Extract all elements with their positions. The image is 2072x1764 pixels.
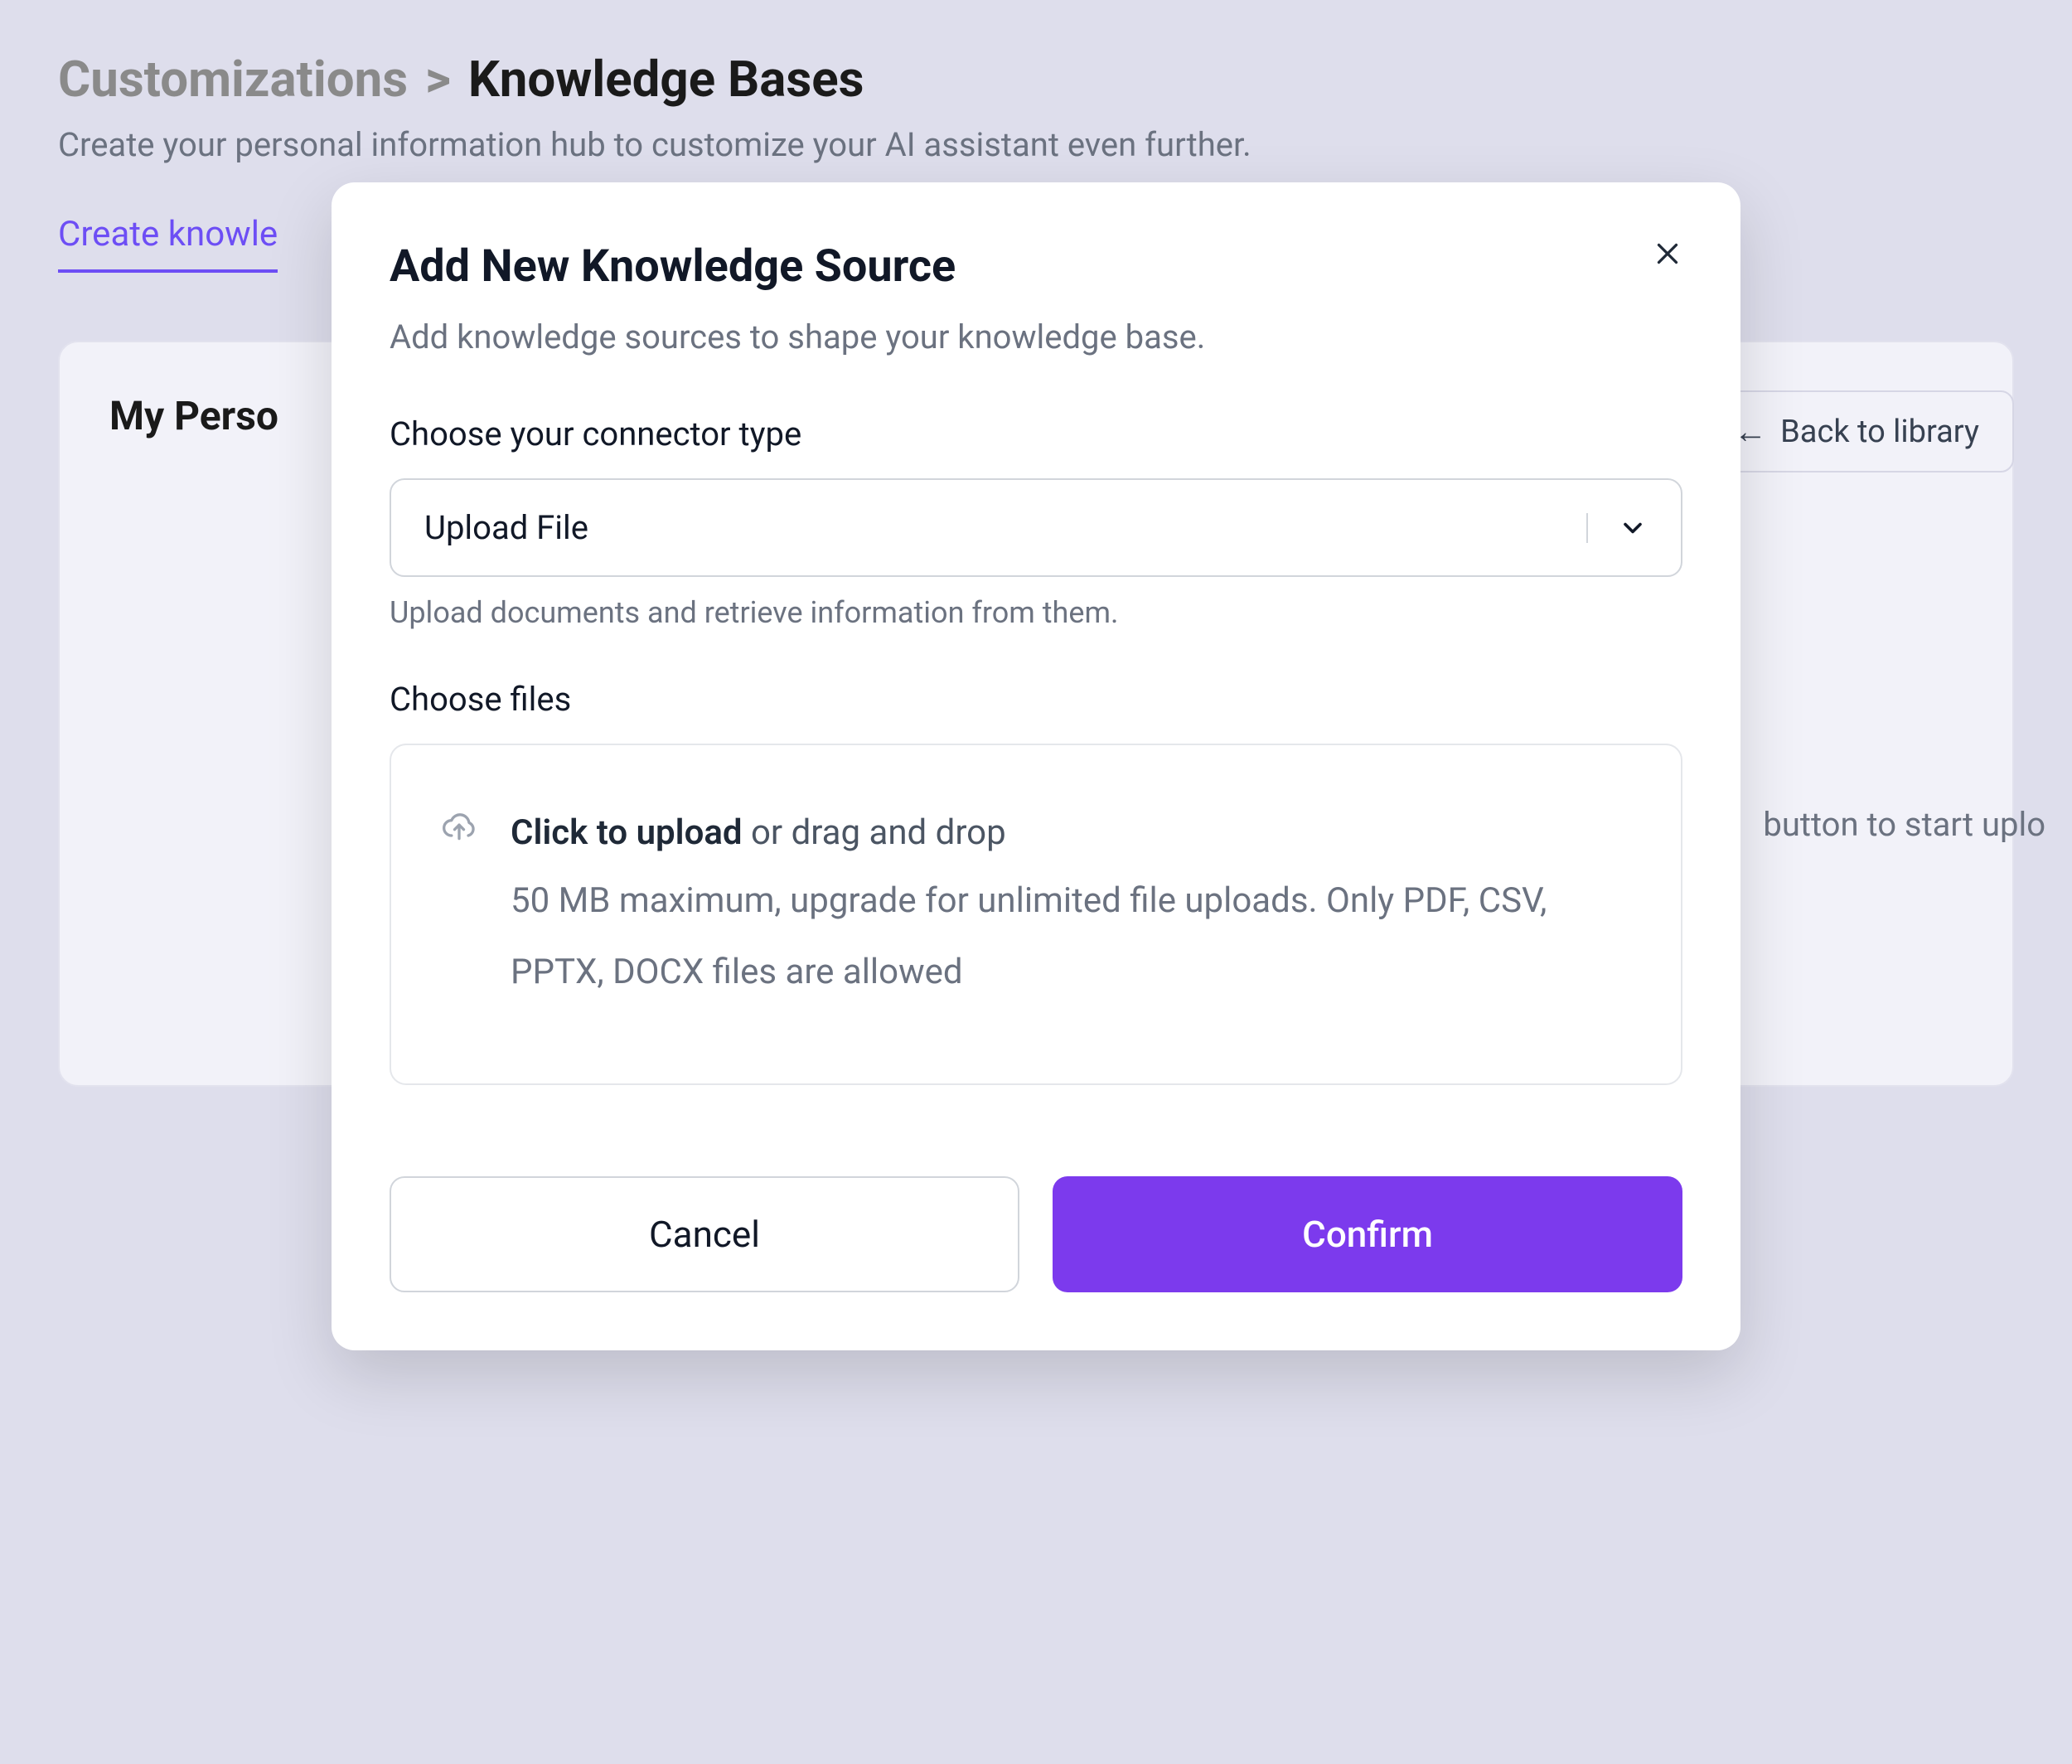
chevron-down-icon bbox=[1586, 513, 1648, 543]
cloud-upload-icon bbox=[441, 808, 477, 1009]
drag-and-drop-text: or drag and drop bbox=[743, 812, 1006, 853]
close-icon bbox=[1653, 239, 1682, 272]
close-button[interactable] bbox=[1644, 232, 1691, 279]
confirm-button[interactable]: Confirm bbox=[1053, 1176, 1682, 1292]
click-to-upload-text: Click to upload bbox=[511, 812, 743, 853]
modal-subtitle: Add knowledge sources to shape your know… bbox=[390, 317, 1682, 356]
cancel-button[interactable]: Cancel bbox=[390, 1176, 1019, 1292]
choose-files-label: Choose files bbox=[390, 680, 1682, 719]
connector-type-label: Choose your connector type bbox=[390, 414, 1682, 453]
modal-overlay: Add New Knowledge Source Add knowledge s… bbox=[0, 0, 2072, 1764]
modal-actions: Cancel Confirm bbox=[390, 1176, 1682, 1292]
add-knowledge-source-modal: Add New Knowledge Source Add knowledge s… bbox=[332, 182, 1740, 1350]
connector-type-help: Upload documents and retrieve informatio… bbox=[390, 595, 1682, 630]
connector-type-select[interactable]: Upload File bbox=[390, 478, 1682, 577]
connector-type-selected-value: Upload File bbox=[424, 508, 588, 547]
modal-title: Add New Knowledge Source bbox=[390, 240, 1682, 293]
dropzone-line-1: Click to upload or drag and drop bbox=[511, 803, 1631, 862]
dropzone-limits-text: 50 MB maximum, upgrade for unlimited fil… bbox=[511, 865, 1631, 1008]
dropzone-text: Click to upload or drag and drop 50 MB m… bbox=[511, 803, 1631, 1009]
file-dropzone[interactable]: Click to upload or drag and drop 50 MB m… bbox=[390, 744, 1682, 1085]
